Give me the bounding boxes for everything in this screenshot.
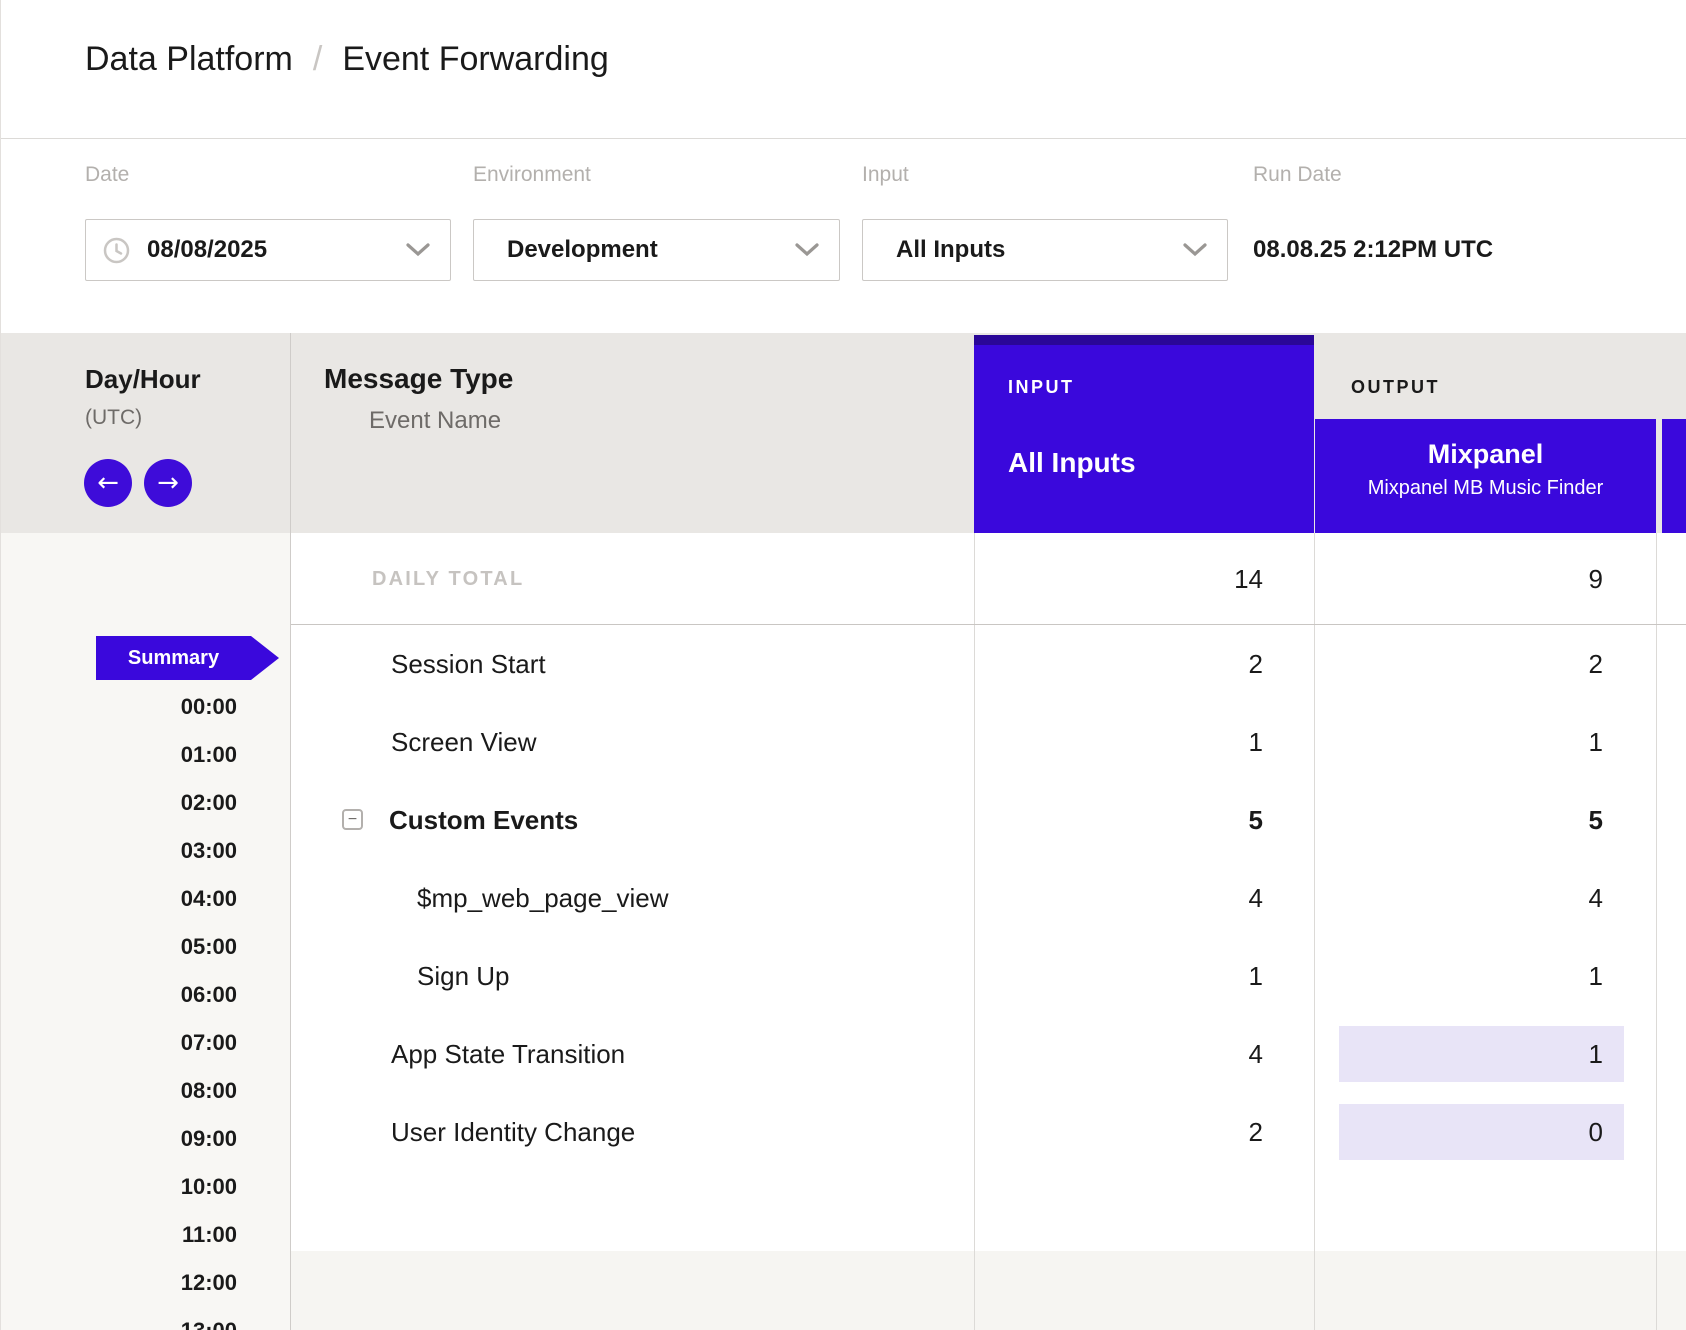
table-row-mp-web-page-view: $mp_web_page_view 4 4 [291,859,1686,937]
date-filter-label: Date [85,163,129,187]
output-column-header-mixpanel[interactable]: Mixpanel Mixpanel MB Music Finder [1315,419,1656,533]
breadcrumb-bar: Data Platform / Event Forwarding [1,0,1686,139]
output-value: 1 [1314,703,1656,781]
event-name: User Identity Change [391,1093,635,1171]
filter-bar: Date Environment Input Run Date 08/08/20… [1,139,1686,333]
hour-label-05[interactable]: 05:00 [181,933,237,961]
daily-total-input-value: 14 [974,533,1314,625]
hour-label-01[interactable]: 01:00 [181,741,237,769]
collapse-icon[interactable]: − [342,809,363,830]
table-row-sign-up: Sign Up 1 1 [291,937,1686,1015]
output-column-subtitle: Mixpanel MB Music Finder [1315,477,1656,500]
table-row-custom-events: − Custom Events 5 5 [291,781,1686,859]
arrow-right-icon: → [157,468,179,498]
day-hour-title: Day/Hour [85,364,201,395]
clock-icon [103,237,130,264]
next-output-column-header-partial[interactable] [1662,419,1686,533]
message-type-title: Message Type [324,363,513,395]
table-row-app-state-transition: App State Transition 4 1 [291,1015,1686,1093]
event-forwarding-page: Data Platform / Event Forwarding Date Envi… [0,0,1686,1330]
header-column-divider [290,333,291,533]
output-value-highlighted: 1 [1339,1026,1624,1082]
event-name: Session Start [391,625,546,703]
environment-select[interactable]: Development [473,219,840,281]
previous-day-button[interactable]: ← [84,459,132,507]
input-select-value: All Inputs [896,236,1005,264]
output-value: 5 [1314,781,1656,859]
date-select[interactable]: 08/08/2025 [85,219,451,281]
breadcrumb-section[interactable]: Data Platform [85,40,293,78]
table-grid: DAILY TOTAL 14 9 Session Start 2 2 Scree… [291,533,1686,1330]
daily-total-row: DAILY TOTAL 14 9 [291,533,1686,625]
breadcrumb: Data Platform / Event Forwarding [85,40,609,79]
hour-label-04[interactable]: 04:00 [181,885,237,913]
event-name: Custom Events [389,781,578,859]
date-select-value: 08/08/2025 [147,236,267,264]
input-select[interactable]: All Inputs [862,219,1228,281]
hour-label-08[interactable]: 08:00 [181,1077,237,1105]
table-body: Summary 00:00 01:00 02:00 03:00 04:00 05… [1,533,1686,1330]
hour-label-10[interactable]: 10:00 [181,1173,237,1201]
table-footer-band [291,1251,1686,1330]
event-rows: Session Start 2 2 Screen View 1 1 − Cust… [291,625,1686,1171]
table-row-session-start: Session Start 2 2 [291,625,1686,703]
event-name: $mp_web_page_view [417,859,669,937]
hour-label-13[interactable]: 13:00 [181,1317,237,1330]
output-value: 1 [1314,937,1656,1015]
hour-label-11[interactable]: 11:00 [182,1221,237,1249]
run-date-value: 08.08.25 2:12PM UTC [1253,219,1493,281]
page-title: Event Forwarding [342,40,608,78]
output-value-highlighted: 0 [1339,1104,1624,1160]
chevron-down-icon [406,243,430,257]
arrow-left-icon: ← [97,468,119,498]
daily-total-label: DAILY TOTAL [372,533,524,625]
hour-label-06[interactable]: 06:00 [181,981,237,1009]
summary-row-selector[interactable]: Summary [96,636,251,680]
hour-label-12[interactable]: 12:00 [181,1269,237,1297]
event-name: Screen View [391,703,537,781]
hour-label-07[interactable]: 07:00 [181,1029,237,1057]
event-name: App State Transition [391,1015,625,1093]
input-value: 4 [974,859,1314,937]
input-value: 5 [974,781,1314,859]
hour-label-02[interactable]: 02:00 [181,789,237,817]
output-value: 4 [1314,859,1656,937]
input-kicker: INPUT [1008,377,1075,398]
output-kicker: OUTPUT [1351,377,1440,398]
output-value: 2 [1314,625,1656,703]
daily-total-output-value: 9 [1314,533,1656,625]
hour-label-03[interactable]: 03:00 [181,837,237,865]
event-name: Sign Up [417,937,510,1015]
hour-label-09[interactable]: 09:00 [181,1125,237,1153]
input-value: 1 [974,937,1314,1015]
input-value: 2 [974,1093,1314,1171]
table-row-screen-view: Screen View 1 1 [291,703,1686,781]
environment-select-value: Development [507,236,658,264]
day-hour-subtitle: (UTC) [85,406,142,430]
run-date-label: Run Date [1253,163,1342,187]
table-row-user-identity-change: User Identity Change 2 0 [291,1093,1686,1171]
input-filter-label: Input [862,163,909,187]
input-column-header[interactable]: INPUT All Inputs [974,335,1314,533]
environment-filter-label: Environment [473,163,591,187]
table-header: Day/Hour (UTC) ← → Message Type Event Na… [1,333,1686,533]
input-value: 4 [974,1015,1314,1093]
hour-label-00[interactable]: 00:00 [181,693,237,721]
next-day-button[interactable]: → [144,459,192,507]
chevron-down-icon [795,243,819,257]
output-column-title: Mixpanel [1315,439,1656,470]
breadcrumb-separator: / [313,40,322,78]
day-hour-sidebar: Summary 00:00 01:00 02:00 03:00 04:00 05… [1,533,291,1330]
chevron-down-icon [1183,243,1207,257]
input-value: 2 [974,625,1314,703]
input-value: 1 [974,703,1314,781]
input-column-title: All Inputs [1008,447,1136,479]
message-type-subtitle: Event Name [369,407,501,435]
